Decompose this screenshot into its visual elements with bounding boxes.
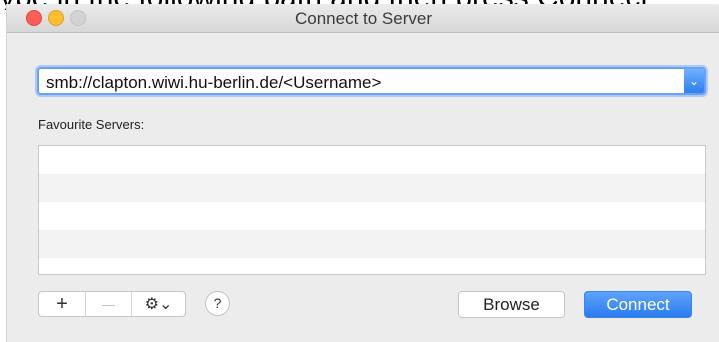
favourites-toolbar: + — ⚙⌄ (38, 291, 186, 317)
server-address-combobox[interactable]: smb://clapton.wiwi.hu-berlin.de/<Usernam… (37, 67, 706, 95)
server-address-input[interactable]: smb://clapton.wiwi.hu-berlin.de/<Usernam… (46, 73, 381, 93)
browse-button[interactable]: Browse (458, 291, 565, 318)
favourite-servers-list[interactable] (38, 145, 706, 275)
help-button[interactable]: ? (205, 291, 230, 316)
list-row[interactable] (39, 146, 705, 174)
list-row[interactable] (39, 258, 705, 274)
connect-button[interactable]: Connect (584, 291, 692, 318)
connect-dialog: Connect to Server smb://clapton.wiwi.hu-… (6, 4, 719, 342)
remove-favourite-button[interactable]: — (85, 292, 131, 316)
list-row[interactable] (39, 174, 705, 202)
chevron-down-icon[interactable]: ⌄ (684, 69, 704, 93)
list-row[interactable] (39, 202, 705, 230)
favourites-label: Favourite Servers: (38, 117, 145, 132)
window-title: Connect to Server (294, 9, 432, 28)
gear-icon[interactable]: ⚙⌄ (131, 292, 185, 316)
title-bar: Connect to Server (7, 4, 719, 33)
list-row[interactable] (39, 230, 705, 258)
add-favourite-button[interactable]: + (39, 292, 85, 316)
